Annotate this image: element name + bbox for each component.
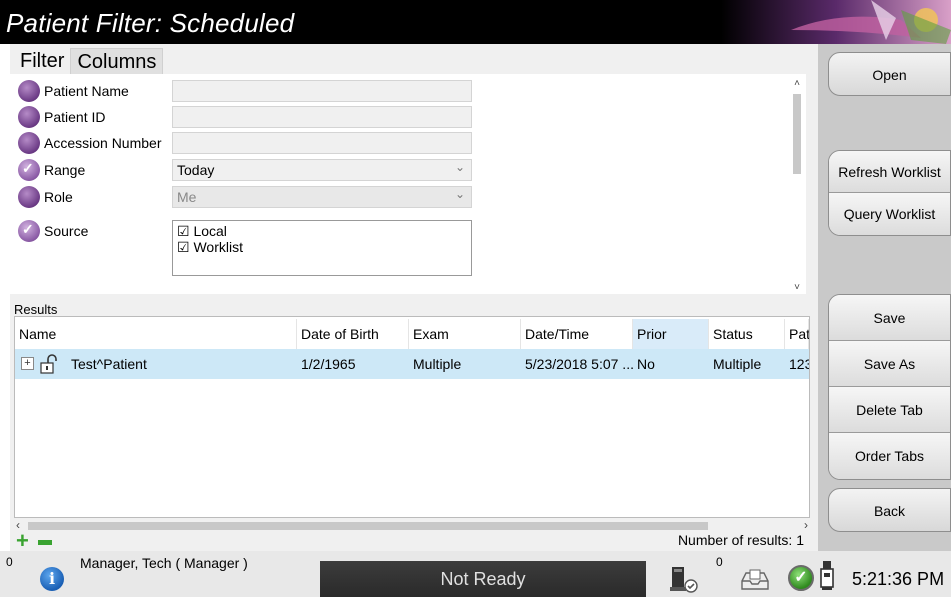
col-exam[interactable]: Exam: [409, 319, 521, 349]
output-tray-icon[interactable]: [740, 569, 770, 591]
results-footer: + Number of results: 1: [14, 530, 810, 552]
queue-count: 0: [716, 555, 723, 569]
save-as-button[interactable]: Save As: [829, 341, 950, 387]
filter-row-range: Range: [18, 159, 85, 181]
range-toggle[interactable]: [18, 159, 40, 181]
refresh-worklist-button[interactable]: Refresh Worklist: [829, 151, 950, 193]
network-icon[interactable]: [668, 565, 698, 593]
filter-row-patient-id: Patient ID: [18, 106, 105, 128]
table-row[interactable]: + Test^Patient 1/2/1965 Multiple 5/23/20…: [15, 349, 809, 379]
tab-filter[interactable]: Filter: [14, 48, 71, 76]
filter-panel: Patient Name Patient ID Accession Number…: [10, 74, 806, 294]
unlock-icon: [40, 354, 57, 374]
patient-id-toggle[interactable]: [18, 106, 40, 128]
patient-name-toggle[interactable]: [18, 80, 40, 102]
open-button[interactable]: Open: [828, 52, 951, 96]
source-local-checkbox[interactable]: ☑ Local: [177, 223, 467, 239]
col-prior[interactable]: Prior: [633, 319, 709, 349]
scroll-up-icon[interactable]: ˄: [790, 78, 804, 92]
filter-row-patient-name: Patient Name: [18, 80, 129, 102]
usb-icon[interactable]: [820, 561, 834, 591]
scroll-down-icon[interactable]: ˅: [790, 282, 804, 296]
patient-id-label: Patient ID: [44, 109, 106, 125]
query-worklist-button[interactable]: Query Worklist: [829, 193, 950, 235]
accession-toggle[interactable]: [18, 132, 40, 154]
col-pat[interactable]: Pat: [785, 319, 809, 349]
col-name[interactable]: Name: [15, 319, 297, 349]
source-toggle[interactable]: [18, 220, 40, 242]
hscroll-thumb[interactable]: [28, 522, 708, 530]
scroll-right-icon[interactable]: ›: [804, 518, 808, 532]
table-header: Name Date of Birth Exam Date/Time Prior …: [15, 319, 809, 349]
filter-row-role: Role: [18, 186, 73, 208]
role-label: Role: [44, 189, 73, 205]
system-status[interactable]: Not Ready: [320, 561, 646, 597]
order-tabs-button[interactable]: Order Tabs: [829, 433, 950, 479]
cell-prior: No: [637, 356, 655, 372]
back-button[interactable]: Back: [828, 488, 951, 532]
cell-exam: Multiple: [413, 356, 462, 372]
filter-scrollbar[interactable]: ˄ ˅: [790, 78, 804, 296]
info-icon[interactable]: i: [40, 567, 64, 591]
patient-id-field[interactable]: [172, 106, 472, 128]
patient-name-label: Patient Name: [44, 83, 129, 99]
range-select[interactable]: Today: [172, 159, 472, 181]
delete-tab-button[interactable]: Delete Tab: [829, 387, 950, 433]
cell-name: Test^Patient: [71, 356, 147, 372]
filter-row-source: Source: [18, 220, 88, 242]
role-toggle[interactable]: [18, 186, 40, 208]
cell-datetime: 5/23/2018 5:07 ...: [525, 356, 633, 372]
page-title: Patient Filter: Scheduled: [6, 8, 295, 38]
clock: 5:21:36 PM: [852, 569, 945, 589]
col-status[interactable]: Status: [709, 319, 785, 349]
action-sidebar: Open Refresh Worklist Query Worklist Sav…: [818, 44, 951, 551]
tab-button-group: Save Save As Delete Tab Order Tabs: [828, 294, 951, 480]
tab-columns[interactable]: Columns: [70, 48, 164, 76]
save-button[interactable]: Save: [829, 295, 950, 341]
cell-dob: 1/2/1965: [301, 356, 356, 372]
title-bar: Patient Filter: Scheduled: [0, 0, 951, 44]
accession-field[interactable]: [172, 132, 472, 154]
worklist-button-group: Refresh Worklist Query Worklist: [828, 150, 951, 236]
remove-icon[interactable]: [38, 540, 52, 545]
source-worklist-checkbox[interactable]: ☑ Worklist: [177, 239, 467, 255]
accession-label: Accession Number: [44, 135, 162, 151]
results-label: Results: [14, 302, 58, 317]
app-window: Patient Filter: Scheduled Filter Columns…: [0, 0, 951, 597]
results-count: Number of results: 1: [677, 532, 804, 548]
col-datetime[interactable]: Date/Time: [521, 319, 633, 349]
filter-row-accession: Accession Number: [18, 132, 162, 154]
cell-pat: 123: [789, 356, 809, 372]
expand-icon[interactable]: +: [21, 357, 34, 370]
add-icon[interactable]: +: [16, 530, 29, 552]
col-dob[interactable]: Date of Birth: [297, 319, 409, 349]
source-list[interactable]: ☑ Local ☑ Worklist: [172, 220, 472, 276]
source-label: Source: [44, 223, 89, 239]
patient-name-field[interactable]: [172, 80, 472, 102]
tab-bar: Filter Columns: [14, 48, 164, 76]
results-table: Name Date of Birth Exam Date/Time Prior …: [14, 316, 810, 518]
role-select[interactable]: Me: [172, 186, 472, 208]
scroll-thumb[interactable]: [793, 94, 801, 174]
system-ok-icon[interactable]: ✓: [788, 565, 814, 591]
cell-status: Multiple: [713, 356, 762, 372]
current-user[interactable]: Manager, Tech ( Manager ): [80, 555, 248, 571]
flower-banner-icon: [721, 0, 951, 44]
range-label: Range: [44, 162, 86, 178]
status-bar: 0 i Manager, Tech ( Manager ) Not Ready …: [0, 551, 951, 597]
main-panel: Filter Columns Patient Name Patient ID A…: [10, 44, 818, 552]
alert-count: 0: [6, 555, 13, 569]
